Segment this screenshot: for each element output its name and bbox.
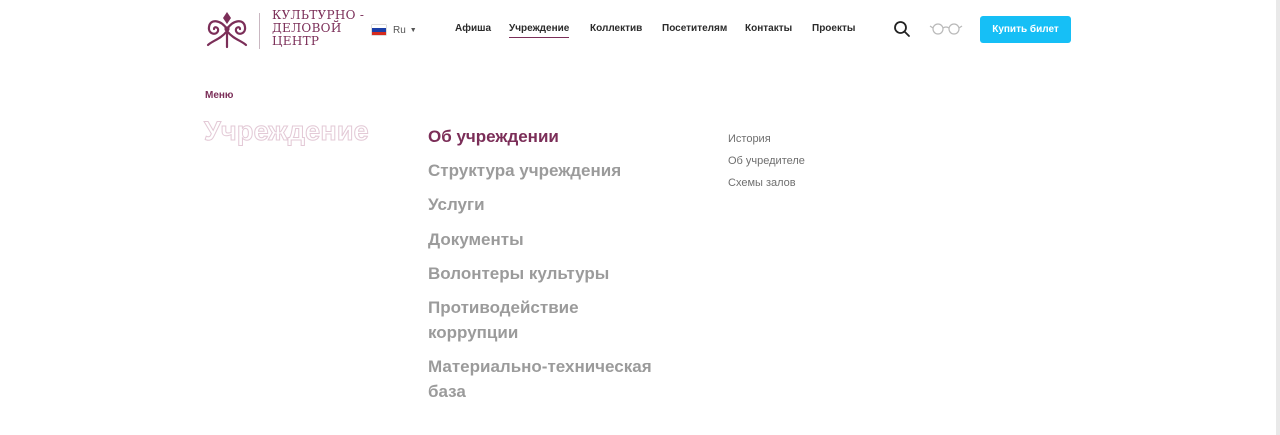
logo-text: КУЛЬТУРНО - ДЕЛОВОЙ ЦЕНТР: [272, 9, 372, 48]
submenu-item-istoriya[interactable]: История: [728, 133, 771, 145]
scrollbar[interactable]: [1276, 0, 1280, 435]
breadcrumb[interactable]: Меню: [205, 90, 233, 101]
language-label: Ru: [393, 24, 406, 36]
language-selector[interactable]: Ru ▼: [372, 22, 417, 38]
menu-item-ob-uchrezhdenii[interactable]: Об учреждении: [428, 124, 668, 149]
logo-divider: [259, 13, 260, 49]
menu-item-korruptsiya[interactable]: Противодействие коррупции: [428, 295, 628, 345]
glasses-icon[interactable]: [929, 22, 963, 36]
caret-down-icon: ▼: [409, 26, 417, 34]
buy-ticket-button[interactable]: Купить билет: [980, 16, 1071, 43]
ornament-emblem-icon: [206, 12, 248, 49]
nav-item-kontakty[interactable]: Контакты: [745, 23, 792, 37]
menu-item-baza[interactable]: Материально-техническая база: [428, 354, 658, 404]
nav-item-proekty[interactable]: Проекты: [812, 23, 855, 37]
menu-item-struktura[interactable]: Структура учреждения: [428, 158, 668, 183]
menu-item-volontery[interactable]: Волонтеры культуры: [428, 261, 668, 286]
submenu-item-skhemy-zalov[interactable]: Схемы залов: [728, 177, 796, 189]
logo-line: ЦЕНТР: [272, 34, 320, 48]
nav-item-kollektiv[interactable]: Коллектив: [590, 23, 642, 37]
nav-item-afisha[interactable]: Афиша: [455, 23, 491, 37]
section-title: Учреждение: [204, 116, 370, 147]
russia-flag-icon: [372, 25, 386, 35]
submenu-item-ob-uchreditele[interactable]: Об учредителе: [728, 155, 805, 167]
menu-item-uslugi[interactable]: Услуги: [428, 192, 668, 217]
logo[interactable]: КУЛЬТУРНО - ДЕЛОВОЙ ЦЕНТР: [204, 9, 364, 53]
menu-item-dokumenty[interactable]: Документы: [428, 227, 668, 252]
search-icon[interactable]: [893, 20, 911, 38]
nav-item-uchrezhdenie[interactable]: Учреждение: [509, 23, 570, 38]
nav-item-posetitelyam[interactable]: Посетителям: [662, 23, 727, 37]
